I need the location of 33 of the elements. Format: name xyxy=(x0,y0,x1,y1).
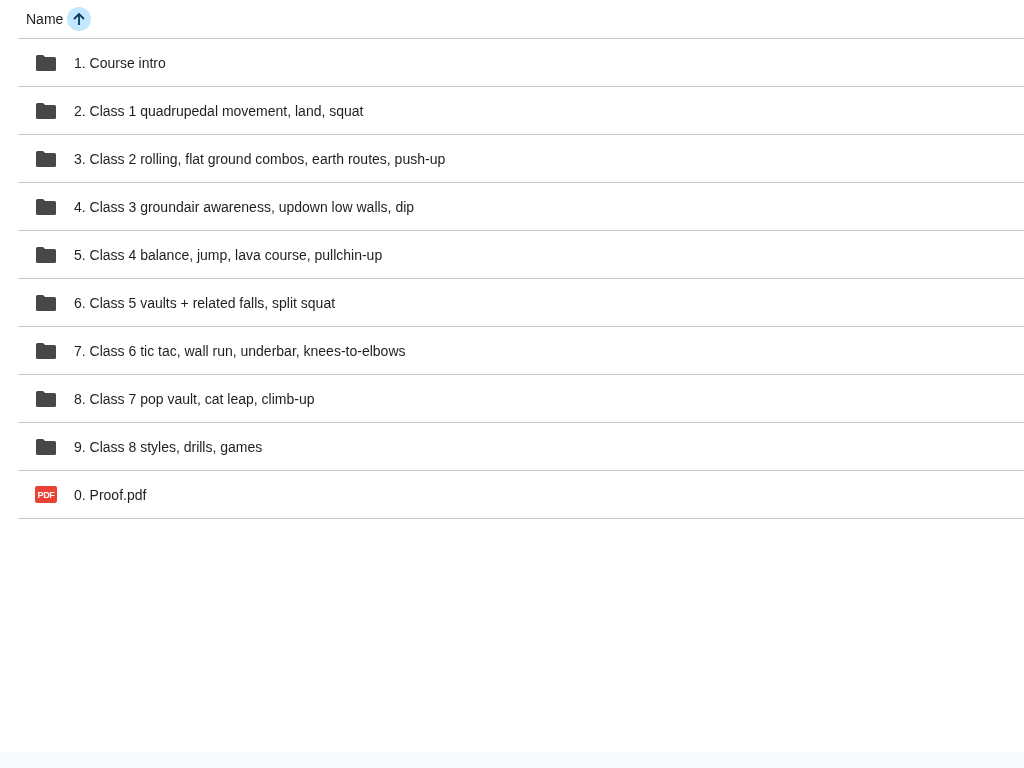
folder-icon xyxy=(36,54,56,71)
folder-icon xyxy=(36,294,56,311)
file-name: 3. Class 2 rolling, flat ground combos, earth routes, push-up xyxy=(74,150,446,167)
file-name: 9. Class 8 styles, drills, games xyxy=(74,438,263,455)
folder-icon xyxy=(36,102,56,119)
folder-icon xyxy=(36,150,56,167)
file-name: 1. Course intro xyxy=(74,54,166,71)
file-row[interactable]: 8. Class 7 pop vault, cat leap, climb-up xyxy=(18,375,1024,423)
file-row[interactable]: 5. Class 4 balance, jump, lava course, pullchin-up xyxy=(18,231,1024,279)
sort-button[interactable] xyxy=(67,6,92,31)
pdf-icon: PDF xyxy=(35,486,57,503)
arrow-up-icon xyxy=(72,11,87,26)
folder-icon xyxy=(36,198,56,215)
file-row[interactable]: 2. Class 1 quadrupedal movement, land, squat xyxy=(18,87,1024,135)
file-row[interactable]: 1. Course intro xyxy=(18,39,1024,87)
file-row[interactable]: 3. Class 2 rolling, flat ground combos, earth routes, push-up xyxy=(18,135,1024,183)
file-name: 2. Class 1 quadrupedal movement, land, squat xyxy=(74,102,364,119)
file-name: 5. Class 4 balance, jump, lava course, pullchin-up xyxy=(74,246,383,263)
file-name: 0. Proof.pdf xyxy=(74,486,147,503)
folder-icon xyxy=(36,390,56,407)
file-row[interactable]: 7. Class 6 tic tac, wall run, underbar, knees-to-elbows xyxy=(18,327,1024,375)
file-name: 6. Class 5 vaults + related falls, split squat xyxy=(74,294,336,311)
file-name: 8. Class 7 pop vault, cat leap, climb-up xyxy=(74,390,315,407)
folder-icon xyxy=(36,246,56,263)
file-row[interactable]: PDF 0. Proof.pdf xyxy=(18,471,1024,519)
file-row[interactable]: 9. Class 8 styles, drills, games xyxy=(18,423,1024,471)
file-row[interactable]: 4. Class 3 groundair awareness, updown low walls, dip xyxy=(18,183,1024,231)
column-header[interactable]: Name xyxy=(26,10,64,27)
folder-icon xyxy=(36,342,56,359)
file-row[interactable]: 6. Class 5 vaults + related falls, split squat xyxy=(18,279,1024,327)
folder-icon xyxy=(36,438,56,455)
file-name: 4. Class 3 groundair awareness, updown low walls, dip xyxy=(74,198,415,215)
file-name: 7. Class 6 tic tac, wall run, underbar, knees-to-elbows xyxy=(74,342,406,359)
